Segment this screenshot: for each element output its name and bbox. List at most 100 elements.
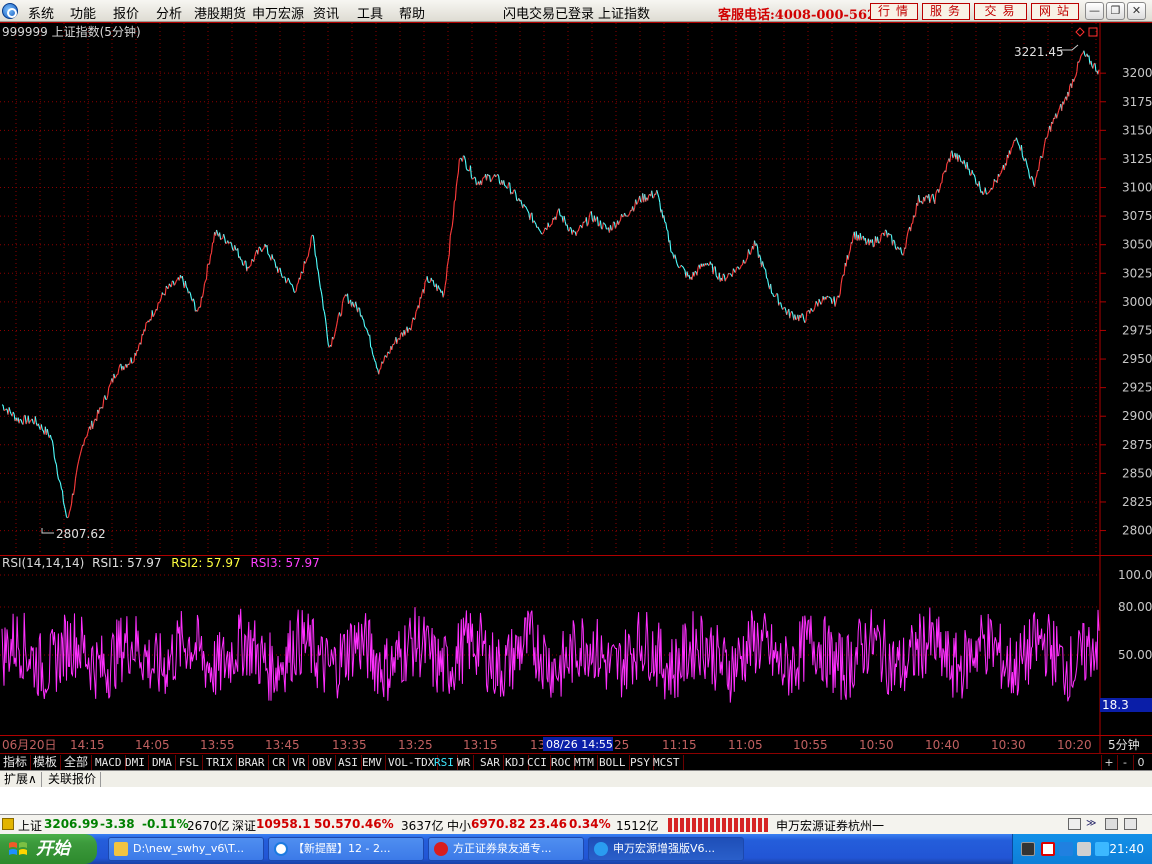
rsi-header: RSI(14,14,14) RSI1: 57.97 RSI2: 57.97 RS…	[2, 556, 320, 570]
tab-cci[interactable]: CCI	[524, 755, 551, 770]
tab-sar[interactable]: SAR	[477, 755, 504, 770]
price-chart[interactable]: 3200 3175 3150 3125 3100 3075 3050 3025 3000 2975…	[0, 22, 1152, 756]
task-explorer[interactable]: D:\new_swhy_v6\T...	[108, 837, 264, 861]
quotes-button[interactable]: 行情	[870, 3, 918, 20]
price-segment	[999, 172, 1002, 175]
price-segment	[19, 418, 22, 421]
price-segment	[132, 361, 135, 363]
price-segment	[569, 226, 572, 229]
period-label[interactable]: 5分钟	[1108, 737, 1140, 752]
browser-icon	[274, 842, 288, 856]
zx-pct: 0.34%	[569, 817, 611, 831]
menu-swhy[interactable]: 申万宏源	[252, 3, 304, 22]
volume-icon[interactable]	[1077, 842, 1091, 856]
tab-mcst[interactable]: MCST	[650, 755, 684, 770]
menu-system[interactable]: 系统	[28, 3, 54, 22]
tab-mtm[interactable]: MTM	[571, 755, 598, 770]
tab-control-0[interactable]: +	[1101, 755, 1116, 770]
tab-macd[interactable]: MACD	[92, 755, 126, 770]
signal-icon[interactable]: ≫	[1086, 818, 1100, 831]
tab-control-1[interactable]: -	[1117, 755, 1132, 770]
sz-price: 10958.1	[256, 817, 311, 831]
lock-icon[interactable]	[1105, 818, 1118, 830]
price-tick-label: 2950	[1122, 352, 1152, 366]
price-segment	[829, 297, 832, 299]
tab-wr[interactable]: WR	[454, 755, 475, 770]
trade-button[interactable]: 交易	[974, 3, 1027, 20]
price-tick-label: 3125	[1122, 152, 1152, 166]
price-segment	[766, 277, 768, 280]
price-segment	[893, 239, 895, 242]
folder-icon[interactable]	[2, 818, 14, 830]
tab-emv[interactable]: EMV	[359, 755, 386, 770]
service-button[interactable]: 服务	[922, 3, 970, 20]
time-cursor-label: 08/26 14:55	[546, 738, 613, 751]
restore-icon[interactable]: ❐	[1106, 2, 1125, 20]
menu-quotes[interactable]: 报价	[113, 3, 139, 22]
network-icon[interactable]	[1059, 842, 1073, 856]
task-label: 【新提醒】12 - 2...	[293, 842, 391, 855]
sh-name[interactable]: 上证	[18, 817, 42, 834]
app-icon	[434, 842, 448, 856]
price-segment	[228, 242, 231, 244]
price-segment	[806, 310, 809, 313]
task-swhy[interactable]: 申万宏源增强版V6...	[588, 837, 744, 861]
website-button[interactable]: 网站	[1031, 3, 1079, 20]
tab-dmi[interactable]: DMI	[122, 755, 149, 770]
menu-bar: 系统 功能 报价 分析 港股期货 申万宏源 资讯 工具 帮助 闪电交易已登录 上…	[0, 0, 1152, 23]
menu-tools[interactable]: 工具	[357, 3, 383, 22]
time-tick-label: 10:20	[1057, 738, 1092, 752]
tab-boll[interactable]: BOLL	[596, 755, 630, 770]
tab-control-2[interactable]: 0	[1133, 755, 1148, 770]
qq-icon[interactable]	[1095, 842, 1109, 856]
price-segment	[476, 183, 478, 186]
price-segment	[41, 429, 44, 432]
sz-name[interactable]: 深证	[232, 817, 256, 834]
expand-button[interactable]: 扩展∧	[0, 772, 42, 787]
tab-asi[interactable]: ASI	[335, 755, 362, 770]
task-fangzheng[interactable]: 方正证券泉友通专...	[428, 837, 584, 861]
menu-function[interactable]: 功能	[70, 3, 96, 22]
security-icon[interactable]	[1041, 842, 1055, 856]
task-label: D:\new_swhy_v6\T...	[133, 842, 244, 855]
price-segment	[1081, 52, 1084, 55]
tab-指标[interactable]: 指标	[0, 755, 32, 770]
price-segment	[312, 234, 314, 237]
related-quotes-button[interactable]: 关联报价	[44, 772, 102, 787]
close-icon[interactable]: ✕	[1127, 2, 1146, 20]
menu-analysis[interactable]: 分析	[156, 3, 182, 22]
price-segment	[681, 265, 684, 268]
time-tick-label: 13:35	[332, 738, 367, 752]
tab-vr[interactable]: VR	[289, 755, 310, 770]
layout-icon[interactable]	[1068, 818, 1081, 830]
tab-brar[interactable]: BRAR	[235, 755, 269, 770]
price-tick-label: 2850	[1122, 466, 1152, 480]
menu-hk-futures[interactable]: 港股期货	[194, 3, 246, 22]
tab-obv[interactable]: OBV	[309, 755, 336, 770]
menu-help[interactable]: 帮助	[399, 3, 425, 22]
tab-cr[interactable]: CR	[269, 755, 290, 770]
menu-info[interactable]: 资讯	[313, 3, 339, 22]
tab-trix[interactable]: TRIX	[203, 755, 237, 770]
price-segment	[881, 232, 883, 235]
price-segment	[358, 307, 360, 309]
price-tick-label: 2825	[1122, 495, 1152, 509]
price-segment	[198, 306, 200, 309]
minimize-icon[interactable]: —	[1085, 2, 1104, 20]
zx-name[interactable]: 中小	[447, 817, 471, 834]
sz-amount: 3637亿	[401, 819, 444, 833]
start-button[interactable]: 开始	[0, 834, 97, 864]
price-tick-label: 2900	[1122, 409, 1152, 423]
task-browser[interactable]: 【新提醒】12 - 2...	[268, 837, 424, 861]
tab-全部[interactable]: 全部	[61, 755, 93, 770]
tab-dma[interactable]: DMA	[149, 755, 176, 770]
time-tick-label: 13	[530, 738, 545, 752]
tab-fsl[interactable]: FSL	[176, 755, 203, 770]
monitor-icon[interactable]	[1021, 842, 1035, 856]
tab-模板[interactable]: 模板	[30, 755, 62, 770]
settings-icon[interactable]	[1124, 818, 1137, 830]
clock: 21:40	[1109, 842, 1144, 856]
price-segment	[67, 516, 69, 519]
app-logo-icon	[2, 3, 18, 19]
sh-amount: 2670亿	[187, 819, 230, 833]
